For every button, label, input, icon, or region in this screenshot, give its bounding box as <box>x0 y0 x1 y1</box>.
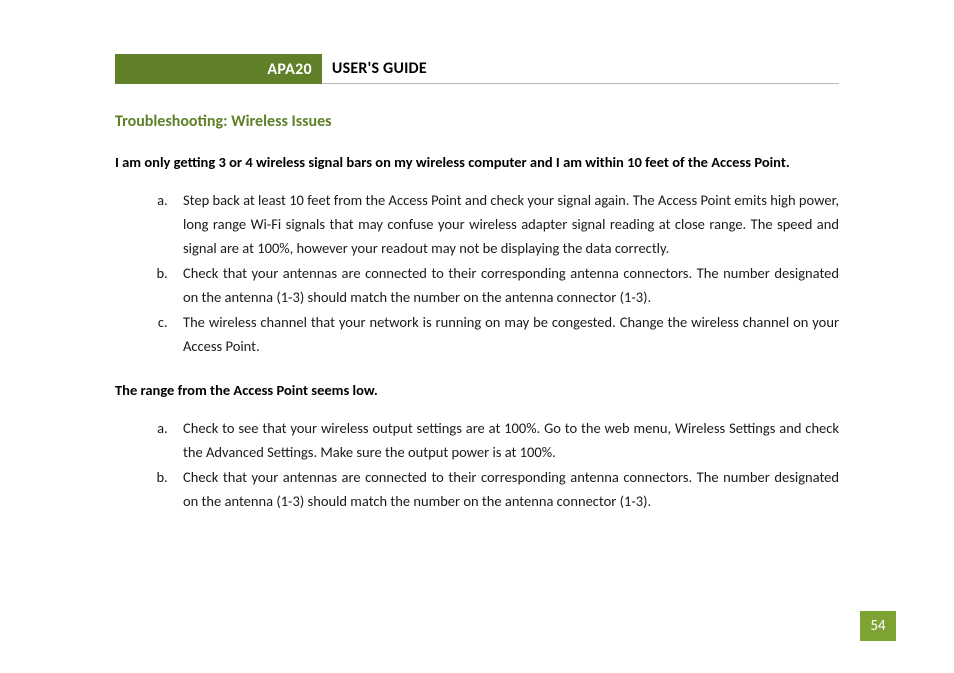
header-badge: APA20 <box>115 54 322 84</box>
header-title-text: USER'S GUIDE <box>332 59 427 78</box>
step-item: The wireless channel that your network i… <box>171 311 839 359</box>
step-item: Check to see that your wireless output s… <box>171 417 839 465</box>
step-item: Check that your antennas are connected t… <box>171 466 839 514</box>
page-number-text: 54 <box>870 617 885 635</box>
document-header: APA20 USER'S GUIDE <box>115 54 839 84</box>
issue-steps-list: Check to see that your wireless output s… <box>115 417 839 514</box>
section-title: Troubleshooting: Wireless Issues <box>115 112 839 131</box>
step-item: Step back at least 10 feet from the Acce… <box>171 189 839 261</box>
page-number-badge: 54 <box>860 611 896 641</box>
step-item: Check that your antennas are connected t… <box>171 262 839 310</box>
issue-steps-list: Step back at least 10 feet from the Acce… <box>115 189 839 358</box>
issue-problem: The range from the Access Point seems lo… <box>115 379 839 401</box>
header-badge-text: APA20 <box>267 60 312 79</box>
issue-problem: I am only getting 3 or 4 wireless signal… <box>115 151 839 173</box>
header-title-block: USER'S GUIDE <box>322 54 839 84</box>
page-container: APA20 USER'S GUIDE Troubleshooting: Wire… <box>0 0 954 673</box>
